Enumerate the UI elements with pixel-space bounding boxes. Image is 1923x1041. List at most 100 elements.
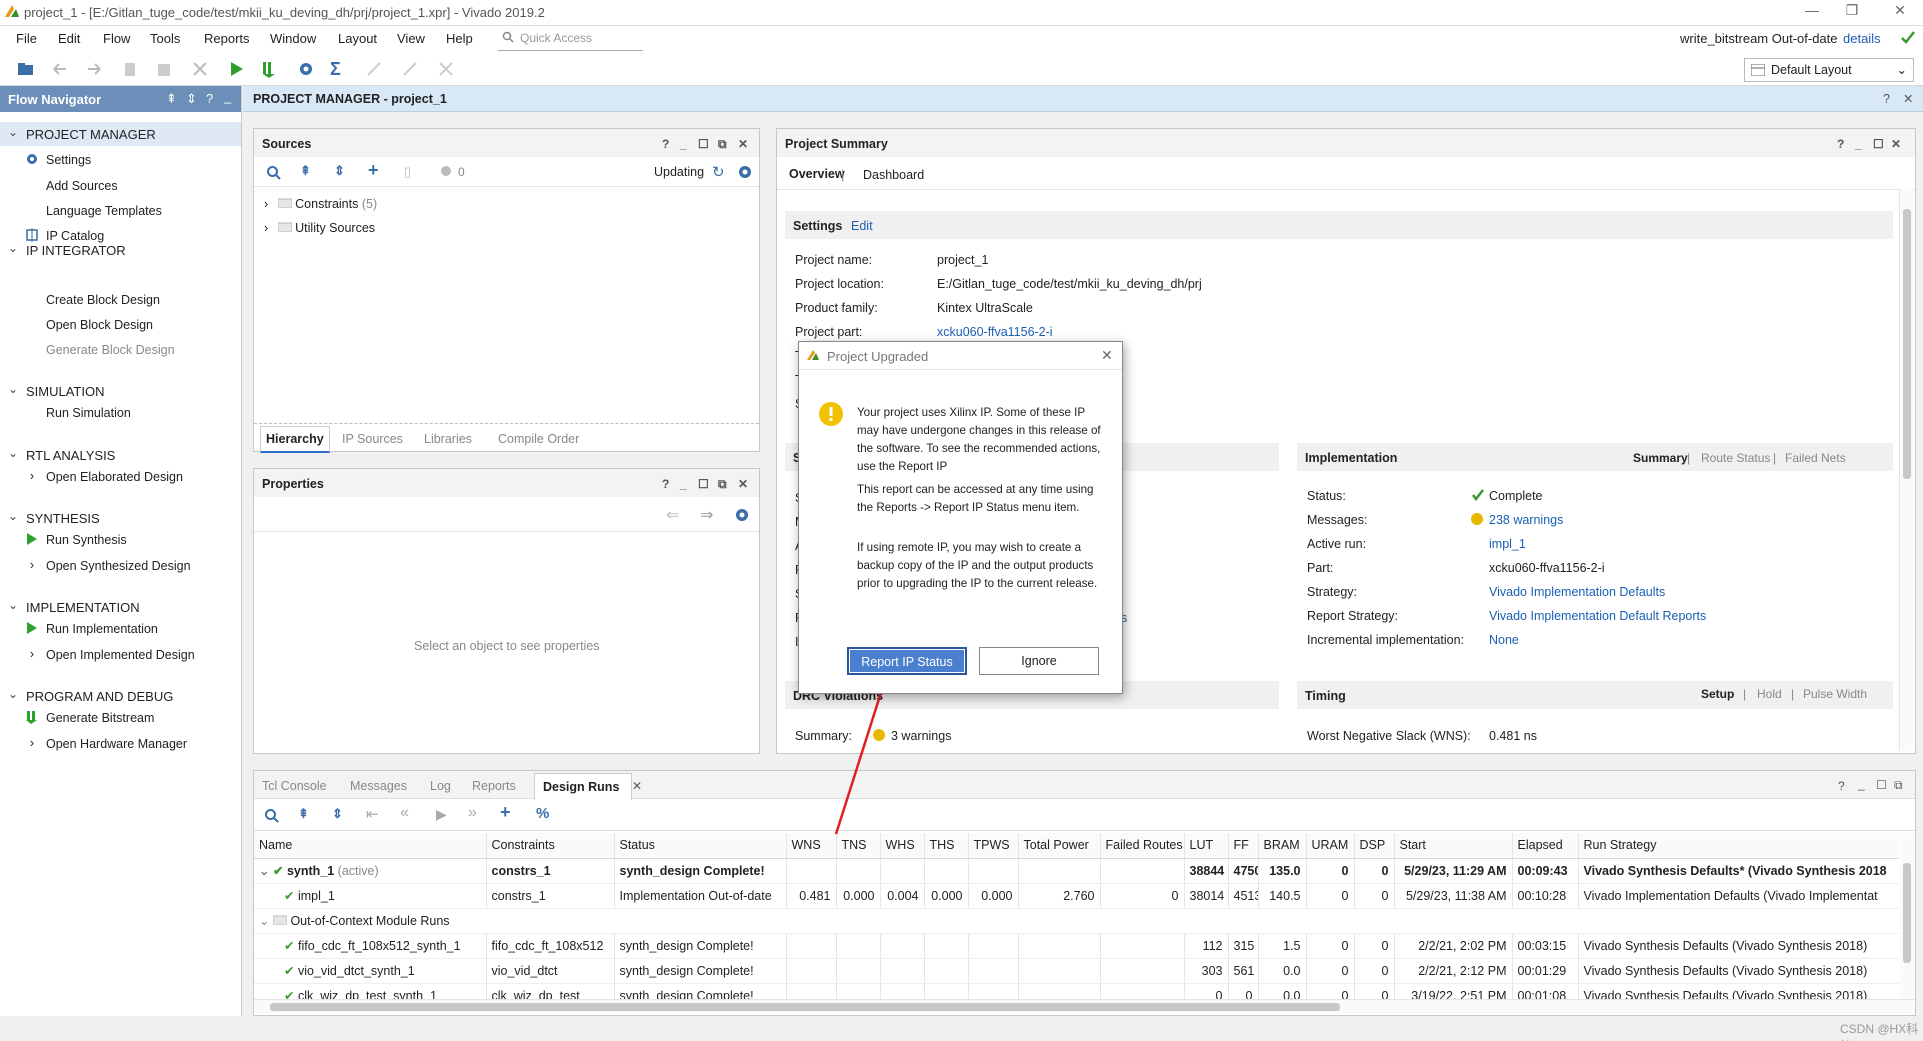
- table-row[interactable]: ✔ vio_vid_dtct_synth_1 vio_vid_dtct synt…: [254, 958, 1899, 984]
- nav-open-synthesized-design[interactable]: › Open Synthesized Design: [30, 558, 191, 573]
- nav-open-elaborated-design[interactable]: › Open Elaborated Design: [30, 469, 183, 484]
- tab-overview[interactable]: Overview: [789, 167, 845, 181]
- column-header[interactable]: Name: [254, 833, 487, 859]
- doc-icon[interactable]: ▯: [404, 164, 411, 180]
- tab-libraries[interactable]: Libraries: [424, 432, 472, 446]
- tree-item[interactable]: › Constraints (5): [264, 197, 377, 211]
- close-icon[interactable]: ✕: [738, 137, 748, 151]
- nav-run-simulation[interactable]: Run Simulation: [46, 406, 131, 420]
- tab-route-status[interactable]: Route Status: [1701, 451, 1770, 465]
- help-icon[interactable]: ?: [206, 91, 213, 106]
- float-icon[interactable]: ⧉: [718, 137, 727, 152]
- restore-button[interactable]: ❐: [1832, 2, 1872, 19]
- tab-hierarchy[interactable]: Hierarchy: [260, 426, 330, 453]
- tab-summary[interactable]: Summary: [1633, 451, 1688, 465]
- menu-view[interactable]: View: [397, 31, 425, 46]
- add-icon[interactable]: +: [500, 802, 511, 823]
- report-ip-status-button[interactable]: Report IP Status: [847, 647, 967, 675]
- help-icon[interactable]: ?: [662, 137, 669, 151]
- column-header[interactable]: WNS: [786, 833, 837, 859]
- tab-messages[interactable]: Messages: [350, 779, 407, 793]
- first-icon[interactable]: ⇤: [366, 805, 379, 823]
- column-header[interactable]: FF: [1228, 833, 1259, 859]
- maximize-icon[interactable]: ☐: [698, 477, 709, 491]
- close-icon[interactable]: ✕: [1903, 91, 1913, 106]
- prev-icon[interactable]: «: [400, 804, 409, 822]
- tab-tcl-console[interactable]: Tcl Console: [262, 779, 327, 793]
- column-header[interactable]: Constraints: [486, 833, 615, 859]
- scrollbar-thumb[interactable]: [270, 1003, 1340, 1011]
- impl-messages-link[interactable]: 238 warnings: [1489, 513, 1563, 527]
- forward-arrow-icon[interactable]: ⇒: [700, 505, 713, 525]
- tab-failed-nets[interactable]: Failed Nets: [1785, 451, 1846, 465]
- tab-compile-order[interactable]: Compile Order: [498, 432, 579, 446]
- tab-ip-sources[interactable]: IP Sources: [342, 432, 403, 446]
- tab-setup[interactable]: Setup: [1701, 687, 1734, 701]
- minimize-icon[interactable]: _: [1858, 777, 1865, 791]
- column-header[interactable]: URAM: [1306, 833, 1355, 859]
- close-icon[interactable]: ✕: [1101, 347, 1113, 364]
- collapse-all-icon[interactable]: ⇞: [300, 163, 311, 179]
- minimize-icon[interactable]: _: [680, 477, 687, 491]
- nav-open-hardware-manager[interactable]: › Open Hardware Manager: [30, 736, 187, 751]
- column-header[interactable]: LUT: [1184, 833, 1229, 859]
- help-icon[interactable]: ?: [1838, 779, 1845, 793]
- nav-settings[interactable]: Settings: [27, 153, 91, 167]
- section-program-and-debug[interactable]: ⌄ PROGRAM AND DEBUG: [0, 684, 241, 708]
- maximize-icon[interactable]: ☐: [698, 137, 709, 151]
- help-icon[interactable]: ?: [1837, 137, 1844, 151]
- menu-layout[interactable]: Layout: [338, 31, 377, 46]
- expand-all-icon[interactable]: ⇕: [332, 806, 343, 822]
- nav-add-sources[interactable]: Add Sources: [46, 179, 118, 193]
- column-header[interactable]: Status: [614, 833, 787, 859]
- menu-flow[interactable]: Flow: [103, 31, 130, 46]
- menu-edit[interactable]: Edit: [58, 31, 80, 46]
- expand-all-icon[interactable]: ⇕: [186, 91, 197, 107]
- column-header[interactable]: DSP: [1354, 833, 1395, 859]
- nav-language-templates[interactable]: Language Templates: [46, 204, 162, 218]
- search-icon[interactable]: [264, 808, 280, 827]
- nav-open-implemented-design[interactable]: › Open Implemented Design: [30, 647, 195, 662]
- column-header[interactable]: Run Strategy: [1578, 833, 1899, 859]
- settings-edit-link[interactable]: Edit: [851, 219, 873, 233]
- search-icon[interactable]: [266, 165, 282, 184]
- impl-report-strategy-link[interactable]: Vivado Implementation Default Reports: [1489, 609, 1706, 623]
- copy-icon[interactable]: [120, 59, 142, 81]
- details-link[interactable]: details: [1843, 31, 1881, 46]
- float-icon[interactable]: ⧉: [1894, 778, 1903, 793]
- help-icon[interactable]: ?: [662, 477, 669, 491]
- back-arrow-icon[interactable]: ⇐: [666, 505, 679, 525]
- table-row[interactable]: ✔ impl_1 constrs_1 Implementation Out-of…: [254, 883, 1899, 909]
- close-icon[interactable]: ✕: [738, 477, 748, 491]
- ignore-button[interactable]: Ignore: [979, 647, 1099, 675]
- section-synthesis[interactable]: ⌄ SYNTHESIS: [0, 506, 241, 530]
- close-window-button[interactable]: ✕: [1880, 2, 1920, 19]
- column-header[interactable]: THS: [924, 833, 969, 859]
- summary-scrollbar[interactable]: [1899, 189, 1913, 751]
- tab-log[interactable]: Log: [430, 779, 451, 793]
- paste-icon[interactable]: [154, 59, 176, 81]
- add-icon[interactable]: +: [368, 160, 379, 181]
- maximize-icon[interactable]: ☐: [1873, 137, 1884, 151]
- layout-select[interactable]: Default Layout ⌄: [1744, 58, 1914, 82]
- gear-icon[interactable]: [737, 164, 753, 183]
- tab-dashboard[interactable]: Dashboard: [863, 168, 924, 182]
- minimize-icon[interactable]: _: [1855, 137, 1862, 151]
- open-project-icon[interactable]: [16, 59, 38, 81]
- nav-create-block-design[interactable]: Create Block Design: [46, 293, 160, 307]
- impl-active-run-link[interactable]: impl_1: [1489, 537, 1526, 551]
- section-implementation[interactable]: ⌄ IMPLEMENTATION: [0, 595, 241, 619]
- settings-gear-icon[interactable]: [296, 59, 318, 81]
- undo-icon[interactable]: [50, 59, 72, 81]
- edit-icon[interactable]: [400, 59, 422, 81]
- vertical-scrollbar[interactable]: [1900, 833, 1914, 999]
- gear-icon[interactable]: [734, 507, 750, 526]
- section-ip-integrator[interactable]: ⌄ IP INTEGRATOR: [0, 238, 241, 262]
- percent-icon[interactable]: %: [536, 805, 549, 822]
- delete-icon[interactable]: [190, 59, 212, 81]
- nav-open-block-design[interactable]: Open Block Design: [46, 318, 153, 332]
- next-icon[interactable]: »: [468, 804, 477, 822]
- tab-pulse-width[interactable]: Pulse Width: [1803, 687, 1867, 701]
- close-tab-icon[interactable]: ✕: [632, 779, 642, 793]
- tab-hold[interactable]: Hold: [1757, 687, 1782, 701]
